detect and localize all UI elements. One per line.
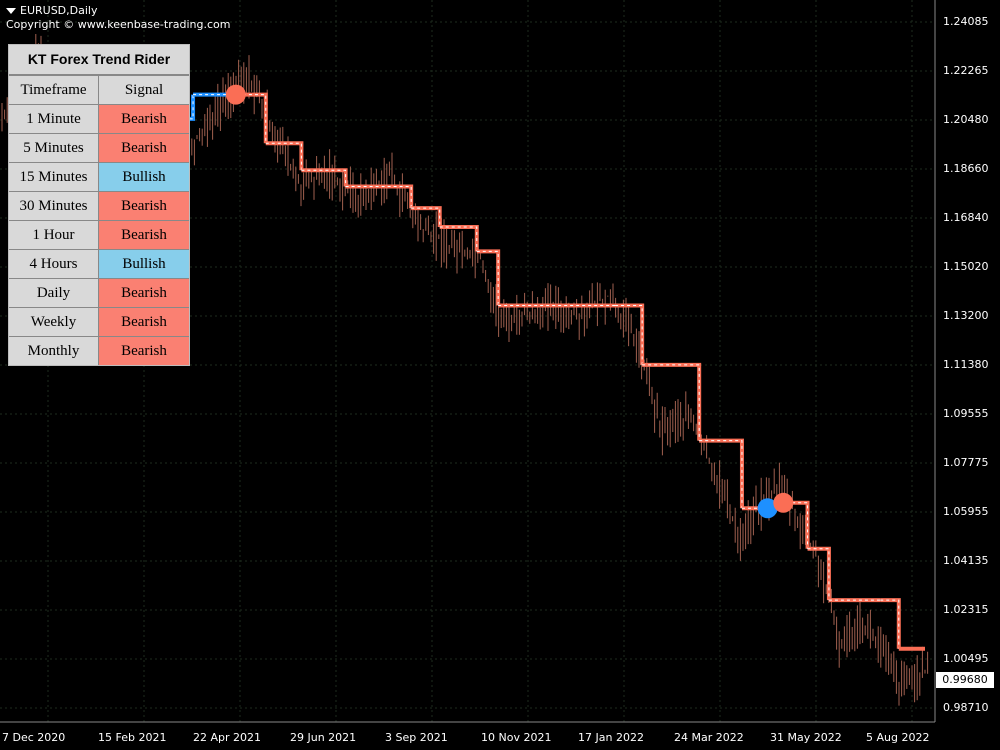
price-tick-label: 1.11380	[943, 358, 989, 371]
price-tick-label: 0.98710	[943, 701, 989, 714]
time-tick-label: 29 Jun 2021	[290, 731, 357, 744]
signal-cell: Bearish	[99, 105, 189, 133]
time-tick-label: 17 Jan 2022	[578, 731, 644, 744]
timeframe-header: Timeframe	[9, 76, 99, 104]
signal-cell: Bearish	[99, 279, 189, 307]
current-price-label: 0.99680	[936, 672, 994, 688]
price-tick-label: 1.13200	[943, 309, 989, 322]
timeframe-cell: 1 Minute	[9, 105, 99, 133]
timeframe-cell: Daily	[9, 279, 99, 307]
price-tick-label: 1.15020	[943, 260, 989, 273]
signal-cell: Bearish	[99, 221, 189, 249]
signal-row: Monthly Bearish	[9, 336, 189, 365]
timeframe-cell: 30 Minutes	[9, 192, 99, 220]
signal-cell: Bearish	[99, 337, 189, 365]
signal-row: 30 Minutes Bearish	[9, 191, 189, 220]
price-tick-label: 1.09555	[943, 407, 989, 420]
price-tick-label: 1.20480	[943, 113, 989, 126]
signal-cell: Bullish	[99, 250, 189, 278]
signal-row: 1 Minute Bearish	[9, 104, 189, 133]
signal-cell: Bearish	[99, 192, 189, 220]
timeframe-cell: 5 Minutes	[9, 134, 99, 162]
signal-row: 15 Minutes Bullish	[9, 162, 189, 191]
price-tick-label: 1.00495	[943, 652, 989, 665]
chart-header: EURUSD,Daily Copyright © www.keenbase-tr…	[6, 4, 230, 32]
time-tick-label: 10 Nov 2021	[481, 731, 552, 744]
copyright-text: Copyright © www.keenbase-trading.com	[6, 18, 231, 31]
signal-row: 5 Minutes Bearish	[9, 133, 189, 162]
time-tick-label: 5 Aug 2022	[866, 731, 930, 744]
price-tick-label: 1.18660	[943, 162, 989, 175]
timeframe-cell: Monthly	[9, 337, 99, 365]
signal-cell: Bearish	[99, 308, 189, 336]
time-tick-label: 7 Dec 2020	[2, 731, 66, 744]
symbol-label: EURUSD,Daily	[20, 4, 98, 17]
panel-title: KT Forex Trend Rider	[9, 45, 189, 75]
signal-row: Weekly Bearish	[9, 307, 189, 336]
signal-header: Signal	[124, 82, 164, 98]
trend-rider-panel: KT Forex Trend Rider Timeframe Signal 1 …	[8, 44, 190, 366]
panel-header-row: Timeframe Signal	[9, 75, 189, 104]
time-tick-label: 15 Feb 2021	[98, 731, 167, 744]
price-tick-label: 1.16840	[943, 211, 989, 224]
price-tick-label: 1.24085	[943, 15, 989, 28]
time-tick-label: 22 Apr 2021	[193, 731, 262, 744]
bearish-signal-dot	[773, 492, 794, 513]
signal-row: 4 Hours Bullish	[9, 249, 189, 278]
price-tick-label: 1.22265	[943, 64, 989, 77]
bearish-signal-dot	[225, 84, 246, 105]
time-tick-label: 31 May 2022	[770, 731, 842, 744]
timeframe-cell: Weekly	[9, 308, 99, 336]
dropdown-triangle-icon[interactable]	[6, 8, 16, 14]
price-tick-label: 1.04135	[943, 554, 989, 567]
signal-cell: Bearish	[99, 134, 189, 162]
signal-row: 1 Hour Bearish	[9, 220, 189, 249]
timeframe-cell: 1 Hour	[9, 221, 99, 249]
timeframe-cell: 4 Hours	[9, 250, 99, 278]
price-tick-label: 1.02315	[943, 603, 989, 616]
price-tick-label: 1.07775	[943, 456, 989, 469]
signal-row: Daily Bearish	[9, 278, 189, 307]
time-tick-label: 3 Sep 2021	[385, 731, 448, 744]
price-tick-label: 1.05955	[943, 505, 989, 518]
timeframe-cell: 15 Minutes	[9, 163, 99, 191]
symbol-row[interactable]: EURUSD,Daily	[6, 4, 230, 18]
signal-cell: Bullish	[99, 163, 189, 191]
time-tick-label: 24 Mar 2022	[674, 731, 744, 744]
